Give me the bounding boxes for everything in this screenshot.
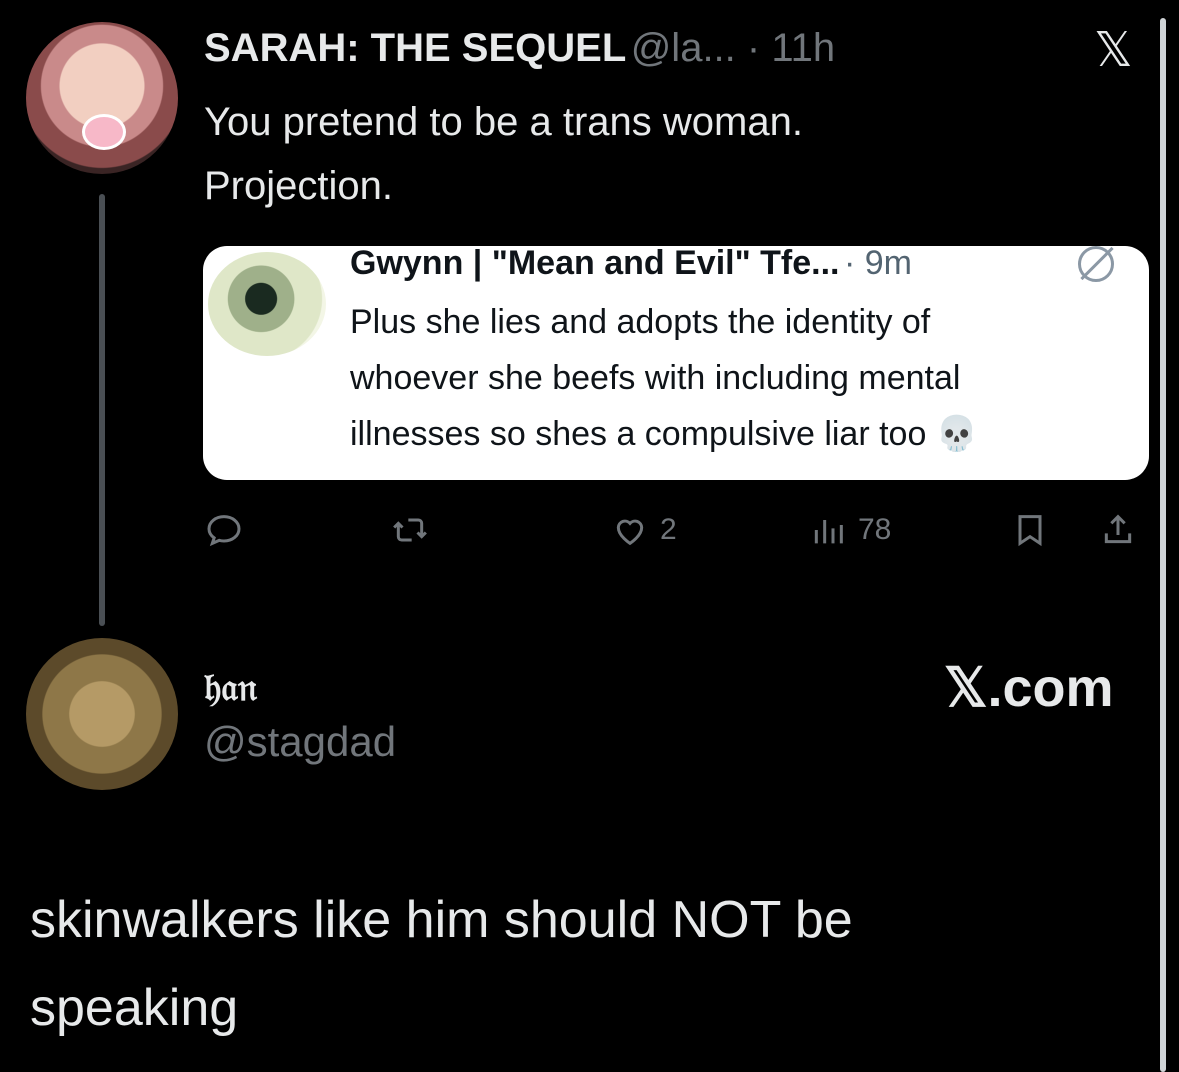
quoted-text-line: illnesses so shes a compulsive liar too … <box>350 415 979 453</box>
quote-tweet-icon <box>1078 246 1114 282</box>
reply-icon <box>207 515 241 547</box>
like-icon <box>616 519 644 546</box>
tweet-header: SARAH: THE SEQUEL @la... · 11h <box>204 26 835 71</box>
footer-handle: @stagdad <box>204 718 397 765</box>
bookmark-icon <box>1018 515 1042 547</box>
quoted-author-name: Gwynn | "Mean and Evil" Tfe... <box>350 244 840 282</box>
footer-avatar <box>26 638 178 790</box>
quoted-author-avatar <box>208 252 326 356</box>
views-icon <box>814 520 843 544</box>
caption-line: skinwalkers like him should NOT be <box>30 891 853 949</box>
tweet-text-line: You pretend to be a trans woman. <box>204 100 803 144</box>
tweet-text-line: Projection. <box>204 164 393 208</box>
author-avatar[interactable] <box>26 22 178 174</box>
author-name[interactable]: SARAH: THE SEQUEL <box>204 26 626 70</box>
retweet-button[interactable] <box>390 510 430 550</box>
author-handle-time[interactable]: @la... · 11h <box>631 26 835 70</box>
bookmark-button[interactable] <box>1010 510 1050 550</box>
pacifier-graphic <box>82 114 126 150</box>
quoted-text-line: Plus she lies and adopts the identity of <box>350 303 931 341</box>
caption-text: skinwalkers like him should NOT be speak… <box>30 876 1130 1052</box>
like-count: 2 <box>660 513 677 546</box>
quoted-text-line: whoever she beefs with including mental <box>350 359 961 397</box>
tweet-text: You pretend to be a trans woman. Project… <box>204 90 1104 218</box>
quoted-tweet-header: Gwynn | "Mean and Evil" Tfe... · 9m <box>350 244 912 283</box>
like-button[interactable]: 2 <box>610 510 677 550</box>
share-icon <box>1104 514 1132 544</box>
quoted-time: · 9m <box>843 244 912 282</box>
caption-line: speaking <box>30 979 239 1037</box>
retweet-icon <box>393 518 427 542</box>
views-button[interactable]: 78 <box>808 510 891 550</box>
x-logo-icon: 𝕏 <box>1094 24 1133 77</box>
scrollbar[interactable] <box>1160 18 1166 1072</box>
footer-name: 𝔥𝔞𝔫 <box>204 664 257 709</box>
thread-connector-line <box>99 194 105 626</box>
reply-button[interactable] <box>204 510 244 550</box>
views-count: 78 <box>858 513 892 546</box>
quoted-tweet-text: Plus she lies and adopts the identity of… <box>350 294 1140 462</box>
share-button[interactable] <box>1098 510 1138 550</box>
site-label: 𝕏.com <box>944 658 1114 718</box>
